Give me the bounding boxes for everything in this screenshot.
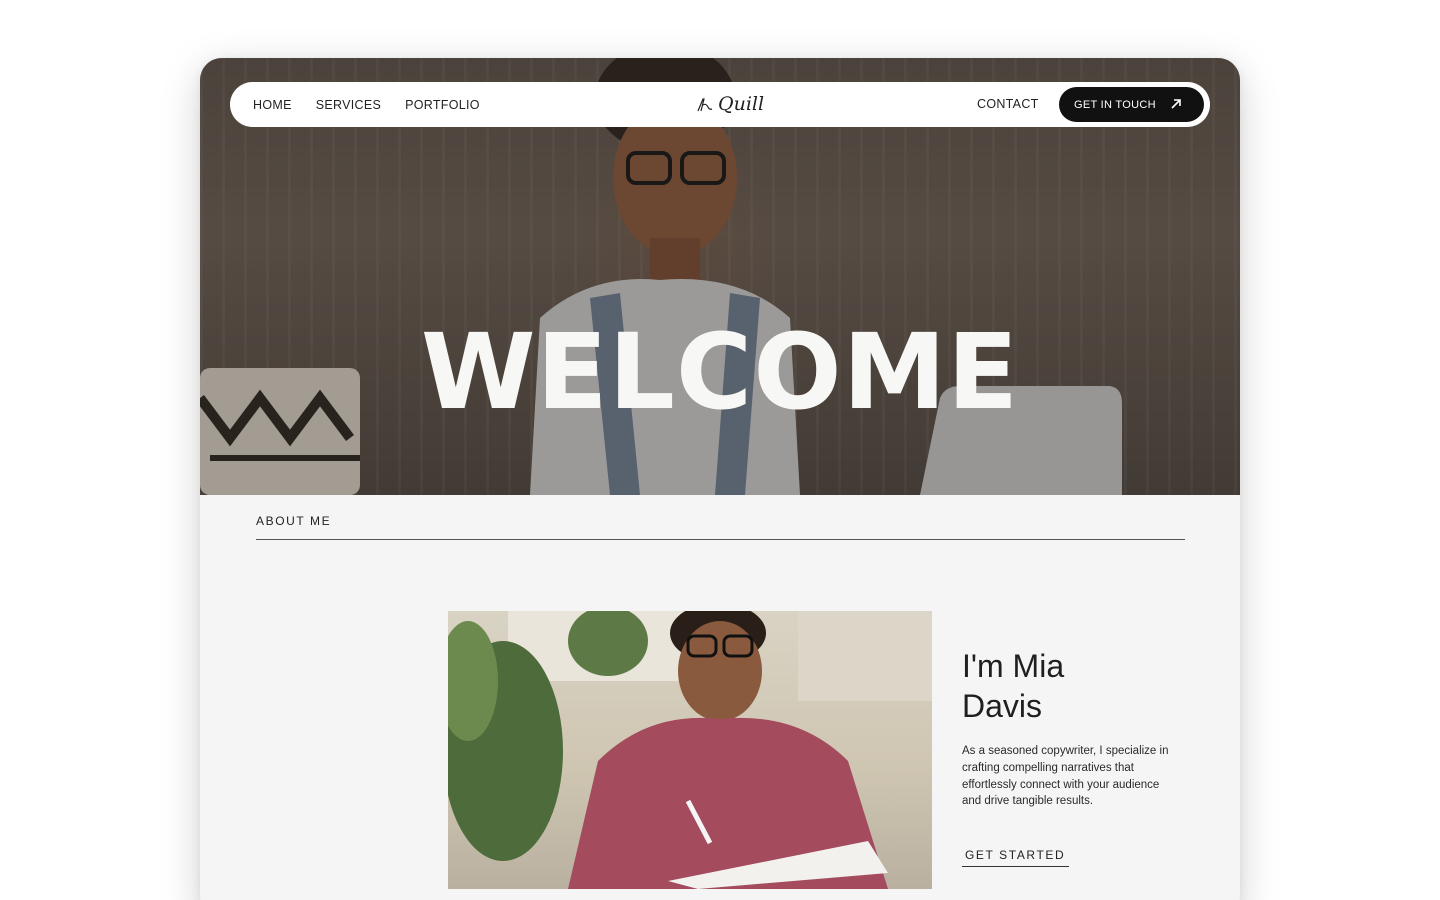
site-card: WELCOME HOME SERVICES PORTFOLIO Quill CO… (200, 58, 1240, 900)
site-logo[interactable]: Quill (696, 93, 764, 115)
get-in-touch-label: GET IN TOUCH (1074, 98, 1156, 111)
nav-portfolio-link[interactable]: PORTFOLIO (405, 98, 480, 112)
nav-services-link[interactable]: SERVICES (316, 98, 381, 112)
about-photo-image (448, 611, 932, 889)
about-section-label: ABOUT ME (256, 514, 332, 528)
hero-section: WELCOME HOME SERVICES PORTFOLIO Quill CO… (200, 58, 1240, 495)
about-photo (448, 611, 932, 889)
top-navigation: HOME SERVICES PORTFOLIO Quill CONTACT GE… (230, 82, 1210, 127)
get-started-link[interactable]: GET STARTED (962, 848, 1070, 867)
hero-title: WELCOME (420, 311, 1020, 433)
section-divider (256, 539, 1185, 540)
about-heading-line2: Davis (962, 688, 1043, 724)
quill-logo-icon (697, 98, 713, 112)
about-heading: I'm Mia Davis (962, 646, 1162, 726)
nav-contact-link[interactable]: CONTACT (977, 97, 1039, 111)
about-description: As a seasoned copywriter, I specialize i… (962, 745, 1169, 808)
arrow-up-right-icon (1171, 99, 1181, 109)
nav-home-link[interactable]: HOME (253, 98, 292, 112)
get-in-touch-button[interactable]: GET IN TOUCH (1059, 87, 1204, 122)
about-heading-line1: I'm Mia (962, 648, 1065, 684)
nav-links: HOME SERVICES PORTFOLIO (230, 98, 504, 112)
logo-text: Quill (718, 93, 765, 115)
